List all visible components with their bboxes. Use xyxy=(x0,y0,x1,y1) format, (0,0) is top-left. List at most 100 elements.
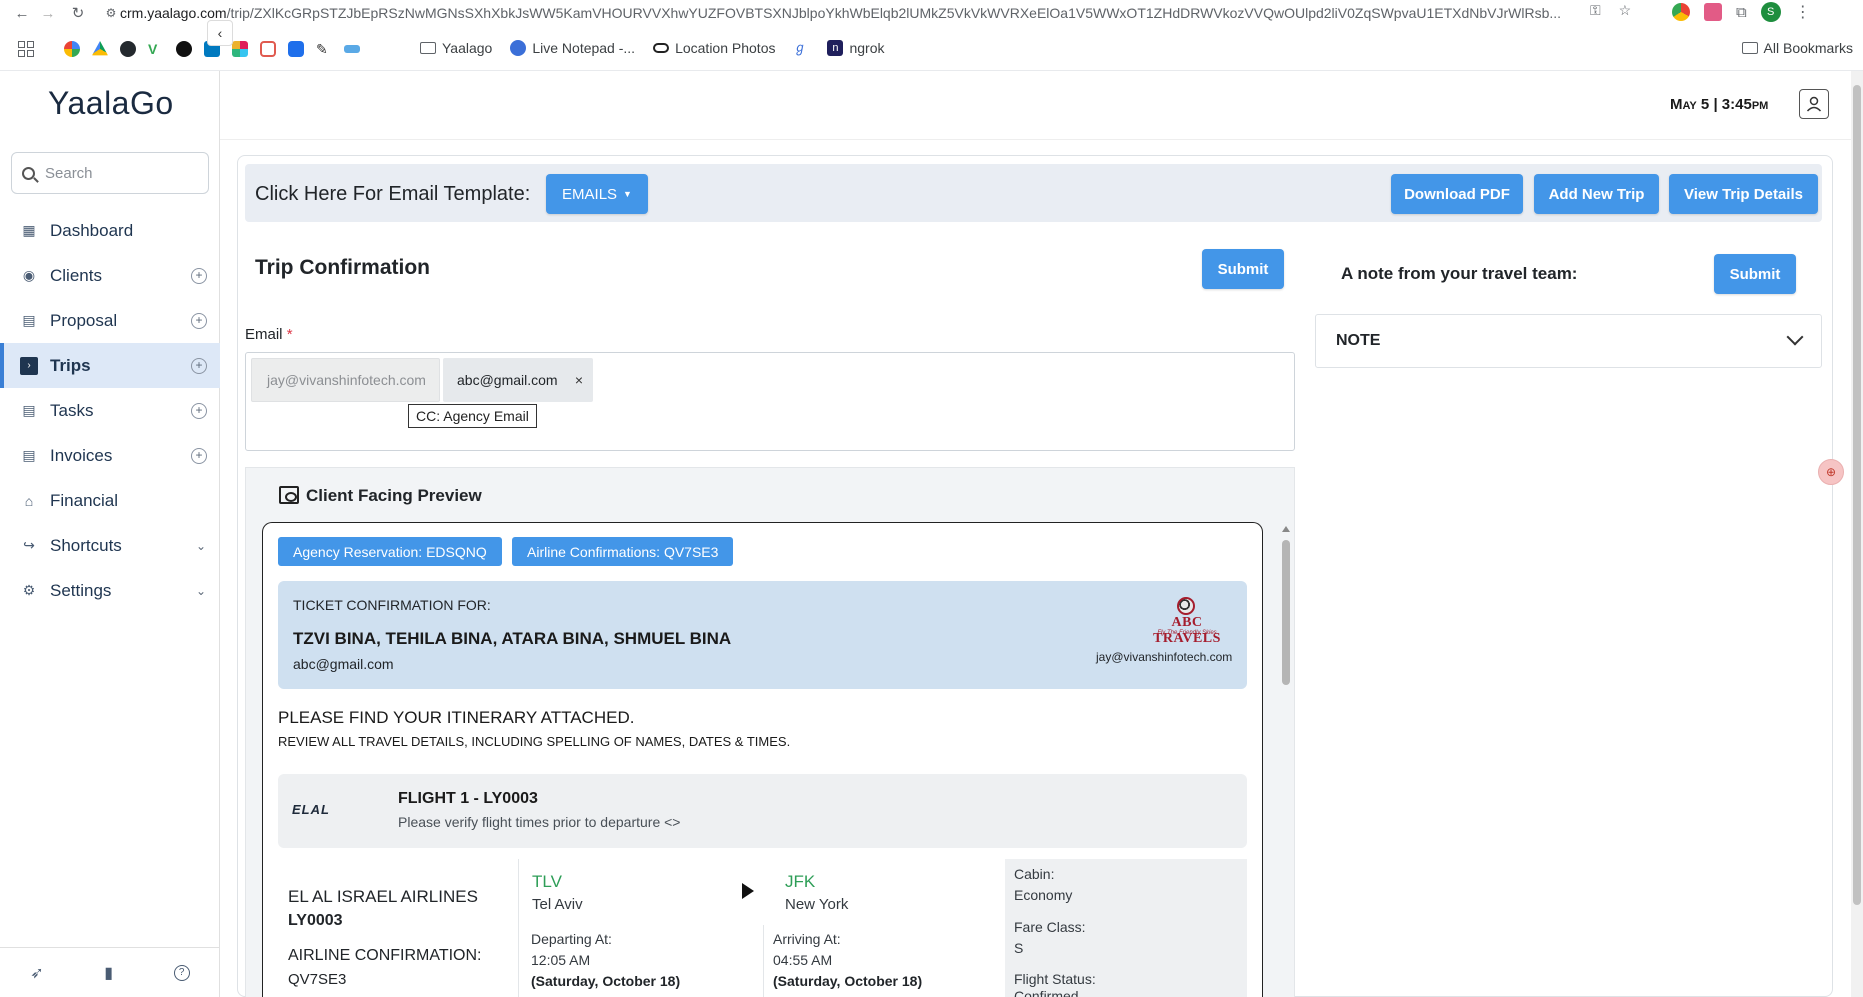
bookmark-unnamed[interactable]: ℊ xyxy=(793,40,809,56)
collapse-sidebar-button[interactable]: ‹ xyxy=(207,20,233,46)
agency-reservation-badge: Agency Reservation: EDSQNQ xyxy=(278,537,502,566)
client-email-chip[interactable]: abc@gmail.com × xyxy=(443,358,593,402)
agency-email-tooltip: CC: Agency Email xyxy=(408,404,537,428)
add-task-icon[interactable]: + xyxy=(191,402,207,419)
arrival-city: New York xyxy=(785,896,849,913)
url-host: crm.yaalago.com xyxy=(120,5,227,21)
user-menu-button[interactable] xyxy=(1799,89,1829,119)
bookmark-icon[interactable] xyxy=(288,41,304,57)
sidebar-item-label: Financial xyxy=(50,490,119,510)
submit-trip-button[interactable]: Submit xyxy=(1202,249,1284,289)
page-scrollbar[interactable] xyxy=(1851,71,1863,997)
sidebar-item-financial[interactable]: ⌂ Financial xyxy=(0,478,220,523)
slack-bookmark-icon[interactable] xyxy=(232,41,248,57)
brand-logo[interactable]: YaalaGo xyxy=(48,85,174,122)
bookmark-icon[interactable] xyxy=(260,41,276,57)
tripadvisor-icon xyxy=(653,43,670,53)
sidebar-item-label: Tasks xyxy=(50,400,94,420)
all-bookmarks-label: All Bookmarks xyxy=(1763,40,1853,56)
preview-scrollbar[interactable] xyxy=(1281,526,1291,997)
bookmark-ngrok[interactable]: n ngrok xyxy=(827,40,885,56)
address-bar[interactable]: crm.yaalago.com/trip/ZXlKcGRpSTZJbEpRSzN… xyxy=(120,1,1650,25)
scroll-thumb[interactable] xyxy=(1282,540,1290,685)
url-path: /trip/ZXlKcGRpSTZJbEpRSzNwMGNsSXhXbkJsWW… xyxy=(226,5,1560,21)
chrome-extension-icon[interactable] xyxy=(1672,3,1690,21)
add-new-trip-button[interactable]: Add New Trip xyxy=(1534,174,1659,214)
rocket-icon[interactable]: ➶ xyxy=(30,963,43,983)
client-email: abc@gmail.com xyxy=(293,656,394,672)
remove-chip-icon[interactable]: × xyxy=(575,372,583,388)
browser-toolbar: ← → ↻ ⚙ crm.yaalago.com/trip/ZXlKcGRpSTZ… xyxy=(0,0,1863,26)
arrival-time: 04:55 AM xyxy=(773,952,833,968)
submit-note-button[interactable]: Submit xyxy=(1714,254,1796,294)
bookmark-icon[interactable]: ✎ xyxy=(316,41,332,57)
google-bookmark-icon[interactable] xyxy=(64,41,80,57)
globe-icon xyxy=(1177,597,1195,615)
search-icon xyxy=(22,166,35,180)
password-key-icon[interactable]: ⚿ xyxy=(1590,2,1601,19)
search-input[interactable]: Search xyxy=(11,152,209,194)
github-bookmark-icon[interactable] xyxy=(120,41,136,57)
download-pdf-button[interactable]: Download PDF xyxy=(1391,174,1523,214)
gear-icon: ⚙ xyxy=(22,582,36,598)
forward-icon[interactable]: → xyxy=(36,5,60,22)
bookmark-live-notepad[interactable]: Live Notepad -... xyxy=(510,40,635,56)
file-icon[interactable]: ▮ xyxy=(104,963,113,983)
sidebar-item-clients[interactable]: ◉ Clients + xyxy=(0,253,220,298)
flight-number: LY0003 xyxy=(288,912,343,929)
flight-subtitle: Please verify flight times prior to depa… xyxy=(398,814,681,830)
departure-time: 12:05 AM xyxy=(531,952,591,968)
vue-bookmark-icon[interactable]: V xyxy=(148,41,164,57)
emails-dropdown-button[interactable]: EMAILS ▼ xyxy=(546,174,648,214)
ticket-label: TICKET CONFIRMATION FOR: xyxy=(293,597,491,613)
globe-icon xyxy=(510,40,527,56)
apps-grid-icon[interactable] xyxy=(18,41,34,57)
extensions-puzzle-icon[interactable]: ⧉ xyxy=(1736,4,1747,21)
note-accordion[interactable]: NOTE xyxy=(1315,314,1822,368)
add-proposal-icon[interactable]: + xyxy=(191,312,207,329)
scroll-thumb[interactable] xyxy=(1853,85,1861,905)
sidebar-item-label: Invoices xyxy=(50,445,113,465)
arrow-right-icon xyxy=(742,883,754,899)
flight-status-value: Confirmed xyxy=(1014,988,1079,997)
bookmark-star-icon[interactable]: ☆ xyxy=(1619,2,1632,19)
chip-label: abc@gmail.com xyxy=(457,372,558,388)
bookmark-icon[interactable] xyxy=(344,45,360,53)
divider xyxy=(763,925,764,997)
sidebar-item-dashboard[interactable]: ▦ Dashboard xyxy=(0,208,220,253)
drive-bookmark-icon[interactable] xyxy=(92,41,108,56)
sidebar-item-proposal[interactable]: ▤ Proposal + xyxy=(0,298,220,343)
sidebar-nav: ▦ Dashboard ◉ Clients + ▤ Proposal + › T… xyxy=(0,208,220,613)
required-mark: * xyxy=(286,326,293,343)
help-icon[interactable]: ? xyxy=(173,964,190,981)
add-trip-icon[interactable]: + xyxy=(191,357,207,374)
openai-bookmark-icon[interactable] xyxy=(176,41,192,57)
view-trip-details-button[interactable]: View Trip Details xyxy=(1669,174,1818,214)
translate-extension-icon[interactable] xyxy=(1704,3,1722,21)
sidebar-item-label: Shortcuts xyxy=(50,535,122,555)
bookmark-yaalago[interactable]: Yaalago xyxy=(420,40,492,56)
departing-label: Departing At: xyxy=(531,931,612,947)
sidebar: YaalaGo Search ▦ Dashboard ◉ Clients + ▤… xyxy=(0,71,220,997)
dashboard-icon: ▦ xyxy=(22,222,36,238)
sidebar-item-tasks[interactable]: ▤ Tasks + xyxy=(0,388,220,433)
bookmark-location-photos[interactable]: Location Photos xyxy=(653,40,775,56)
sidebar-item-shortcuts[interactable]: ↪ Shortcuts ⌄ xyxy=(0,523,220,568)
reload-icon[interactable]: ↻ xyxy=(66,4,90,22)
bookmark-label: Live Notepad -... xyxy=(532,40,636,56)
add-invoice-icon[interactable]: + xyxy=(191,447,207,464)
profile-avatar[interactable]: S xyxy=(1760,2,1781,22)
all-bookmarks[interactable]: All Bookmarks xyxy=(1741,40,1853,56)
current-datetime: May 5 | 3:45pm xyxy=(1670,96,1769,113)
sidebar-item-settings[interactable]: ⚙ Settings ⌄ xyxy=(0,568,220,613)
scroll-up-icon[interactable] xyxy=(1282,526,1290,532)
sidebar-item-invoices[interactable]: ▤ Invoices + xyxy=(0,433,220,478)
sidebar-item-trips[interactable]: › Trips + xyxy=(0,343,220,388)
back-icon[interactable]: ← xyxy=(10,5,34,22)
search-placeholder: Search xyxy=(45,164,93,182)
translate-widget-icon[interactable]: ⊕ xyxy=(1818,459,1844,485)
folder-icon xyxy=(1741,42,1758,54)
chrome-menu-icon[interactable]: ⋮ xyxy=(1795,2,1811,22)
note-title: A note from your travel team: xyxy=(1341,264,1578,283)
add-client-icon[interactable]: + xyxy=(191,267,207,284)
